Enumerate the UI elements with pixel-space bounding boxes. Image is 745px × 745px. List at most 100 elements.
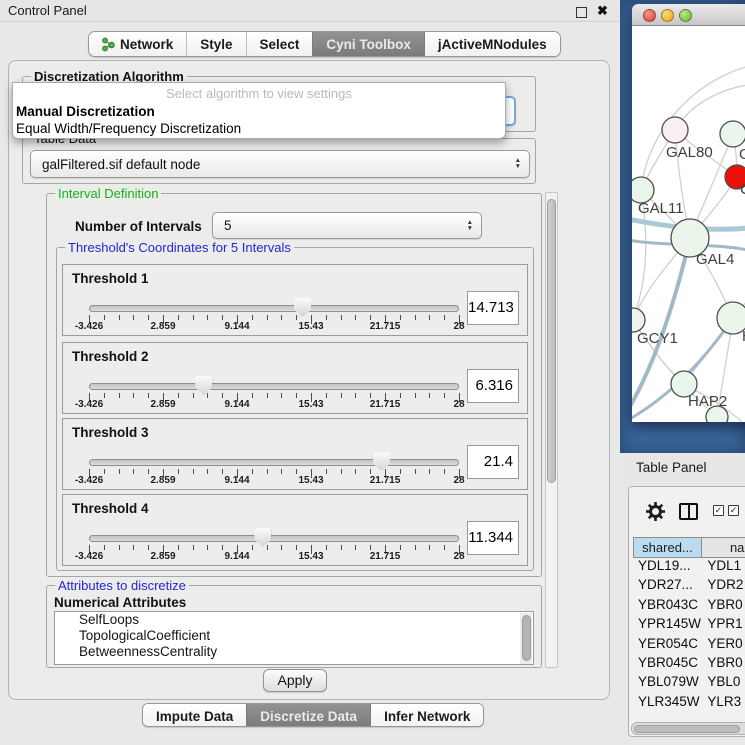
network-node-label: GAL11 — [638, 200, 684, 217]
apply-button[interactable]: Apply — [263, 669, 327, 692]
network-node[interactable] — [720, 121, 745, 147]
network-node[interactable] — [632, 308, 645, 332]
stepper-arrows-icon: ▲▼ — [467, 220, 473, 232]
table-hscrollbar-thumb[interactable] — [634, 725, 740, 733]
slider-tick — [222, 393, 223, 398]
threshold-slider-thumb[interactable] — [195, 376, 212, 395]
list-scrollbar-thumb[interactable] — [522, 615, 531, 661]
slider-tick — [415, 393, 416, 398]
network-node-label: GAL4 — [696, 251, 734, 268]
tab-impute-data[interactable]: Impute Data — [143, 704, 246, 727]
threshold-slider-thumb[interactable] — [254, 528, 271, 547]
float-window-icon[interactable] — [576, 7, 587, 18]
slider-tick-label: 15.43 — [298, 475, 323, 486]
slider-tick — [193, 393, 194, 398]
numerical-attributes-list[interactable]: SelfLoopsTopologicalCoefficientBetweenne… — [54, 611, 534, 665]
list-item[interactable]: TopologicalCoefficient — [55, 628, 533, 644]
tab-style[interactable]: Style — [186, 32, 245, 56]
slider-tick — [252, 315, 253, 320]
threshold-value-field[interactable]: 11.344 — [467, 521, 519, 555]
slider-tick — [370, 545, 371, 550]
column-header-shared-name[interactable]: shared... — [633, 537, 702, 558]
list-item[interactable]: BetweennessCentrality — [55, 644, 533, 660]
list-item[interactable]: SelfLoops — [55, 612, 533, 628]
threshold-value-field[interactable]: 14.713 — [467, 291, 519, 325]
table-row[interactable]: YDL19...YDL1 — [633, 558, 745, 577]
cell-shared-name: YDR27... — [633, 577, 703, 596]
tab-label: Style — [200, 37, 232, 52]
list-scrollbar[interactable] — [520, 613, 532, 665]
threshold-value-field[interactable]: 6.316 — [467, 369, 519, 403]
table-row[interactable]: YDR27...YDR2 — [633, 577, 745, 596]
slider-tick — [429, 545, 430, 550]
table-row[interactable]: YBL079WYBL0 — [633, 674, 745, 693]
gear-icon[interactable] — [645, 501, 666, 525]
threshold-slider-track[interactable] — [89, 305, 459, 312]
slider-tick — [193, 315, 194, 320]
network-icon — [102, 37, 115, 52]
table-panel: ✓ ✓ shared... na YDL19...YDL1YDR27...YDR… — [628, 486, 745, 737]
bottom-tab-bar: Impute DataDiscretize DataInfer Network — [142, 703, 484, 727]
threshold-slider-track[interactable] — [89, 383, 459, 390]
close-icon[interactable]: ✖ — [597, 3, 608, 19]
slider-tick-label: -3.426 — [75, 321, 103, 332]
stepper-arrows-icon: ▲▼ — [515, 158, 521, 170]
column-header-name[interactable]: na — [702, 537, 745, 558]
network-node[interactable] — [717, 302, 745, 334]
number-of-intervals-value: 5 — [224, 213, 232, 238]
table-row[interactable]: YBR043CYBR0 — [633, 597, 745, 616]
minimize-light-icon[interactable] — [661, 9, 674, 22]
network-view-window: GAL80GCGAL11GAL4GCY1HHAP2 — [632, 4, 745, 422]
cell-shared-name: YLR345W — [633, 694, 703, 709]
panel-scrollbar-thumb[interactable] — [547, 199, 556, 483]
tab-infer-network[interactable]: Infer Network — [370, 704, 483, 727]
table-row[interactable]: YLR345WYLR3 — [633, 694, 745, 709]
slider-tick — [429, 469, 430, 474]
panel-scrollbar[interactable] — [545, 192, 558, 668]
slider-tick — [252, 393, 253, 398]
number-of-intervals-combo[interactable]: 5 ▲▼ — [212, 212, 482, 239]
threshold-slider-track[interactable] — [89, 535, 459, 542]
table-data-combo[interactable]: galFiltered.sif default node ▲▼ — [30, 150, 530, 178]
network-window-titlebar[interactable] — [632, 4, 745, 26]
threshold-slider-track[interactable] — [89, 459, 459, 466]
slider-tick — [355, 545, 356, 550]
checkbox-checked-icon[interactable]: ✓ — [728, 505, 739, 516]
zoom-light-icon[interactable] — [679, 9, 692, 22]
tab-select[interactable]: Select — [246, 32, 313, 56]
tab-cyni-toolbox[interactable]: Cyni Toolbox — [312, 32, 424, 56]
threshold-value-field[interactable]: 21.4 — [467, 445, 519, 479]
slider-tick — [415, 469, 416, 474]
network-node[interactable] — [662, 117, 688, 143]
threshold-label: Threshold 4 — [72, 501, 149, 516]
slider-tick — [193, 545, 194, 550]
tab-network[interactable]: Network — [89, 32, 186, 56]
cell-shared-name: YDL19... — [633, 558, 703, 577]
slider-tick — [133, 393, 134, 398]
threshold-slider-thumb[interactable] — [373, 452, 390, 471]
table-row[interactable]: YER054CYER0 — [633, 636, 745, 655]
slider-tick — [296, 469, 297, 474]
cell-shared-name: YBR043C — [633, 597, 703, 616]
checkbox-checked-icon[interactable]: ✓ — [713, 505, 724, 516]
table-hscrollbar[interactable] — [631, 722, 745, 735]
table-row[interactable]: YPR145WYPR1 — [633, 616, 745, 635]
threshold-panel-2: Threshold 2-3.4262.8599.14415.4321.71528… — [62, 342, 528, 414]
tab-jactivemnodules[interactable]: jActiveMNodules — [424, 32, 560, 56]
slider-tick — [400, 393, 401, 398]
tab-discretize-data[interactable]: Discretize Data — [246, 704, 370, 727]
split-column-icon[interactable] — [679, 503, 698, 520]
table-row[interactable]: YBR045CYBR0 — [633, 655, 745, 674]
slider-tick-label: 9.144 — [224, 551, 249, 562]
slider-tick — [178, 315, 179, 320]
slider-tick — [252, 545, 253, 550]
slider-tick — [119, 545, 120, 550]
slider-tick-label: 28 — [453, 321, 464, 332]
close-light-icon[interactable] — [643, 9, 656, 22]
slider-tick — [341, 545, 342, 550]
network-canvas[interactable]: GAL80GCGAL11GAL4GCY1HHAP2 — [632, 26, 745, 422]
algorithm-option-equal-width[interactable]: Equal Width/Frequency Discretization — [16, 120, 502, 137]
slider-tick — [370, 469, 371, 474]
algorithm-option-manual[interactable]: Manual Discretization — [16, 103, 502, 120]
slider-tick — [207, 393, 208, 398]
